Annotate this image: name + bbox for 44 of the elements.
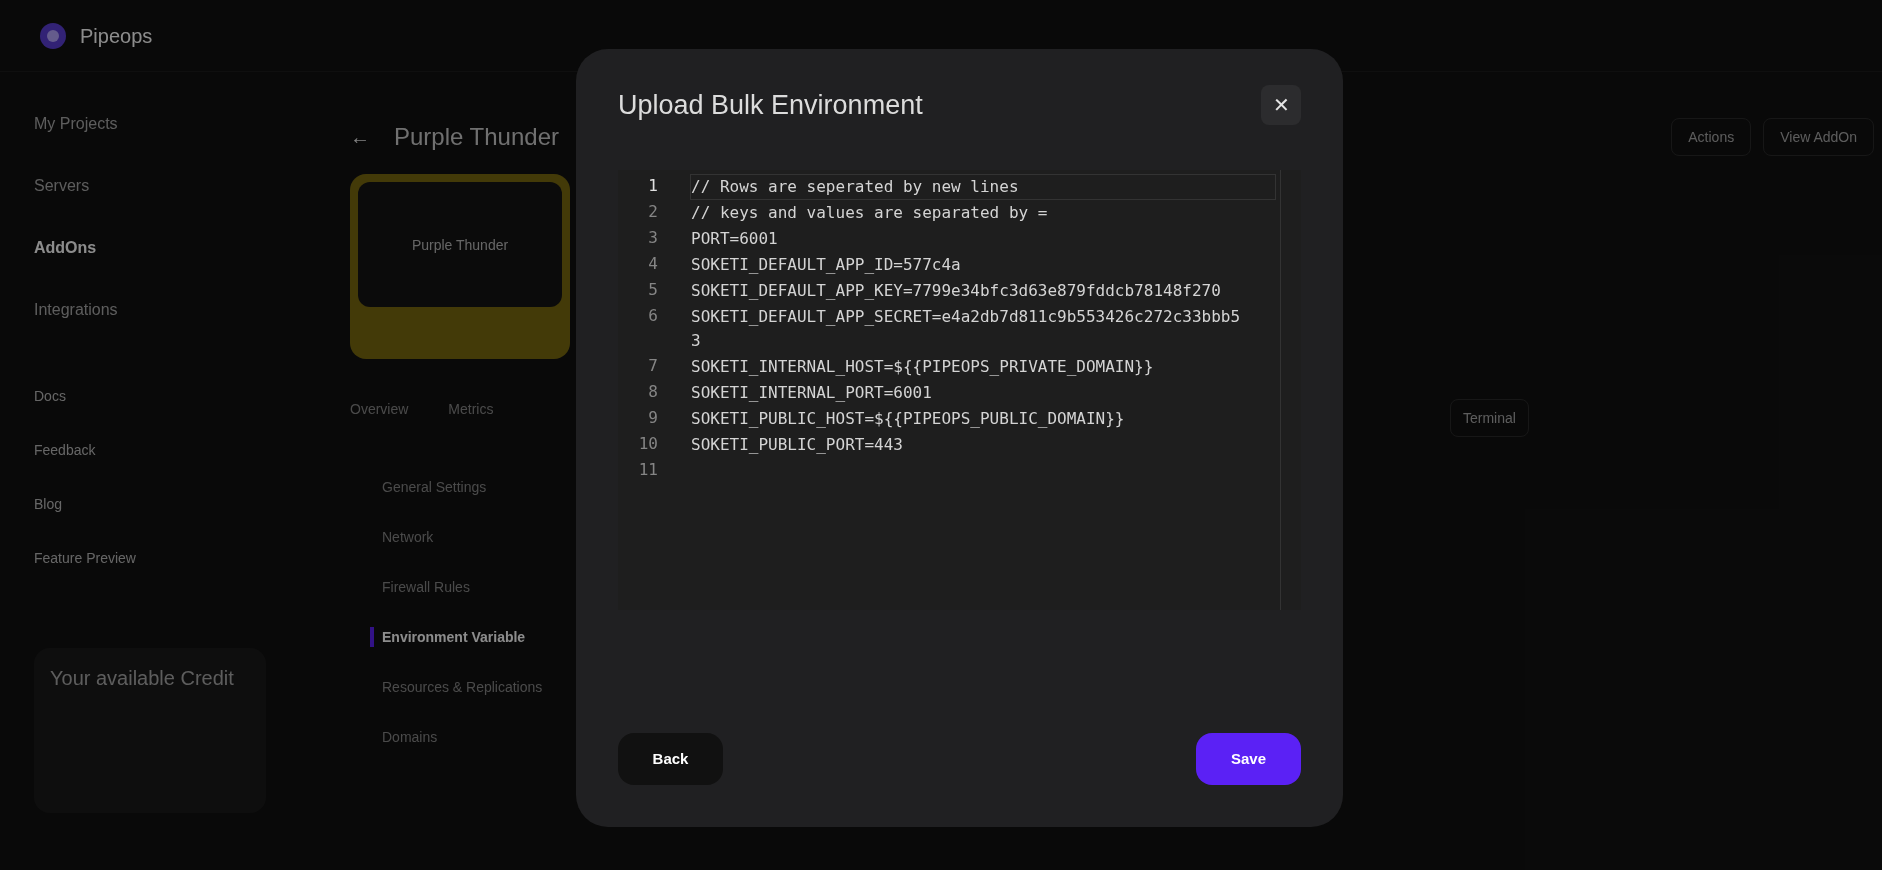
back-button[interactable]: Back (618, 733, 723, 785)
tab[interactable]: Metrics (448, 399, 494, 419)
back-arrow[interactable]: ← (350, 123, 370, 151)
line-number: 9 (647, 406, 658, 429)
code-line: SOKETI_INTERNAL_PORT=6001 (691, 381, 933, 404)
close-button[interactable]: ✕ (1261, 85, 1301, 126)
action-button[interactable]: Actions (1671, 118, 1752, 156)
logo-icon (38, 20, 68, 51)
code-line: // keys and values are separated by = (691, 201, 1049, 224)
line-number: 6 (647, 304, 658, 327)
credit-title: Your available Credit (50, 667, 234, 689)
code-line: SOKETI_PUBLIC_PORT=443 (691, 433, 904, 456)
line-number: 7 (647, 354, 658, 377)
modal-title: Upload Bulk Environment (618, 89, 923, 122)
line-number: 8 (647, 380, 658, 403)
sidebar-item[interactable]: Integrations (34, 298, 266, 322)
page-title: Purple Thunder (394, 122, 559, 152)
brand-name: Pipeops (80, 23, 153, 49)
card-title: Purple Thunder (411, 235, 509, 255)
line-number: 1 (647, 174, 658, 197)
code-line: SOKETI_DEFAULT_APP_SECRET=e4a2db7d811c9b553426c272c33bbb53 (691, 305, 1241, 352)
line-number: 3 (647, 226, 658, 249)
code-line: SOKETI_DEFAULT_APP_KEY=7799e34bfc3d63e879fddcb78148f270 (691, 279, 1222, 302)
sidebar-item[interactable]: Servers (34, 174, 266, 198)
sidebar-item[interactable]: AddOns (34, 236, 266, 260)
line-number: 2 (647, 200, 658, 223)
terminal-button[interactable]: Terminal (1450, 399, 1529, 437)
sidebar-item[interactable]: My Projects (34, 112, 266, 136)
line-number: 4 (647, 252, 658, 275)
line-number: 11 (637, 458, 658, 481)
save-button[interactable]: Save (1196, 733, 1301, 785)
code-line: // Rows are seperated by new lines (691, 175, 1020, 198)
code-line: SOKETI_INTERNAL_HOST=${{PIPEOPS_PRIVATE_DOMAIN}} (691, 355, 1155, 378)
sidebar-link[interactable]: Feedback (34, 440, 266, 460)
tab[interactable]: Overview (350, 399, 409, 419)
line-number: 10 (637, 432, 658, 455)
action-button[interactable]: View AddOn (1763, 118, 1874, 156)
code-line: SOKETI_DEFAULT_APP_ID=577c4a (691, 253, 962, 276)
code-line: PORT=6001 (691, 227, 779, 250)
sidebar-link[interactable]: Feature Preview (34, 548, 266, 568)
line-number: 5 (647, 278, 658, 301)
sidebar-link[interactable]: Docs (34, 386, 266, 406)
code-line: SOKETI_PUBLIC_HOST=${{PIPEOPS_PUBLIC_DOMAIN}} (691, 407, 1126, 430)
sidebar-link[interactable]: Blog (34, 494, 266, 514)
